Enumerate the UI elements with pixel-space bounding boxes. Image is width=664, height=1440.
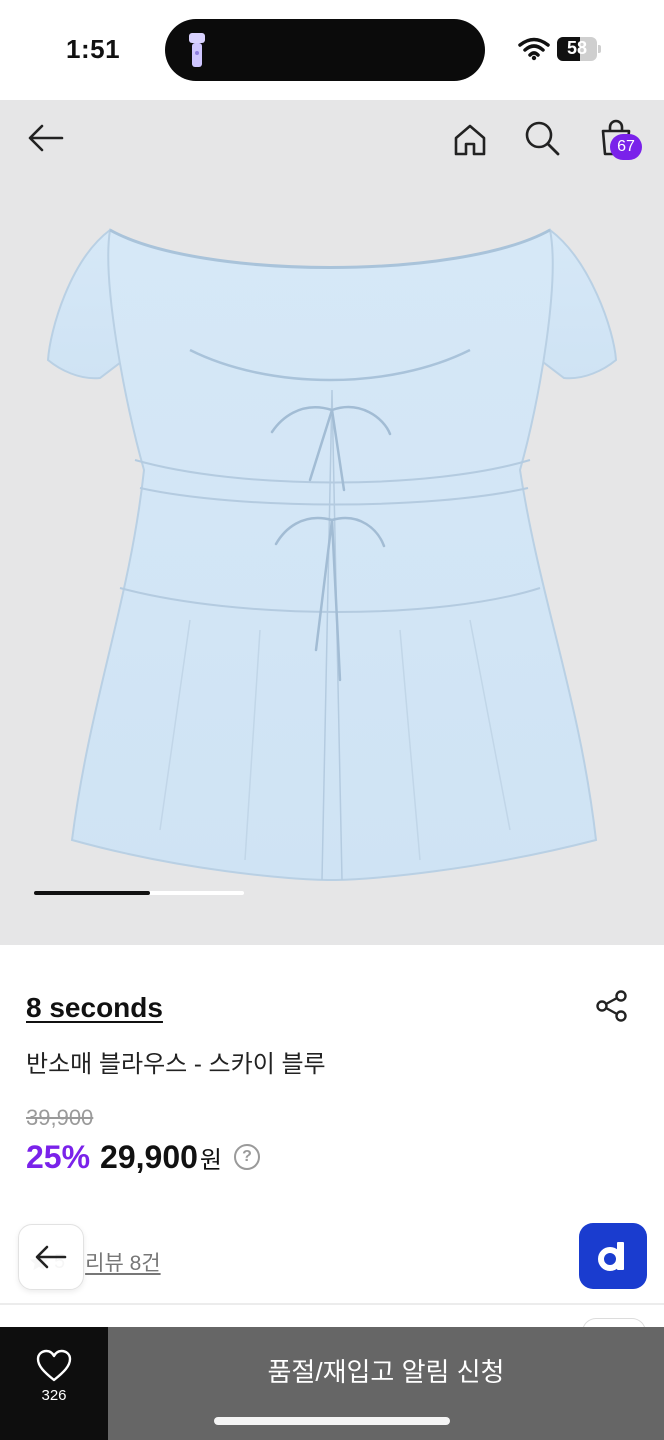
product-name: 반소매 블라우스 - 스카이 블루: [26, 1051, 326, 1078]
status-bar: 1:51 58: [0, 0, 664, 100]
search-button[interactable]: [520, 116, 564, 160]
flashlight-icon: [189, 33, 205, 67]
like-button[interactable]: 326: [0, 1327, 108, 1440]
image-pager: [34, 891, 244, 895]
review-count-link[interactable]: 리뷰 8건: [85, 1247, 160, 1277]
heart-icon: [36, 1349, 72, 1382]
share-icon: [596, 990, 627, 1022]
back-button[interactable]: [24, 116, 68, 160]
home-button[interactable]: [448, 118, 492, 162]
status-time: 1:51: [66, 34, 121, 64]
product-image-carousel[interactable]: [0, 100, 664, 945]
sale-price: 29,900: [100, 1138, 198, 1175]
battery-icon: 58: [557, 37, 601, 61]
price-row: 25% 29,900 원 ?: [26, 1137, 261, 1177]
back-arrow-icon: [28, 124, 64, 152]
home-icon: [454, 124, 486, 156]
top-navigation: [0, 100, 664, 180]
search-icon: [525, 121, 560, 156]
home-indicator: [214, 1417, 450, 1425]
brand-link[interactable]: 8 seconds: [26, 992, 163, 1024]
back-arrow-icon: [35, 1245, 67, 1269]
share-button[interactable]: [592, 986, 632, 1026]
dynamic-island: [165, 19, 485, 81]
image-pager-active: [34, 891, 150, 895]
discount-rate: 25%: [26, 1138, 91, 1175]
d-logo-icon: [598, 1242, 624, 1271]
original-price: 39,900: [26, 1105, 94, 1130]
battery-level: 58: [566, 38, 588, 58]
section-divider: [0, 1303, 664, 1305]
floating-back-button[interactable]: [18, 1224, 84, 1290]
cart-count-badge: 67: [610, 134, 642, 160]
price-help-icon[interactable]: ?: [234, 1144, 261, 1170]
d-app-button[interactable]: [579, 1223, 647, 1289]
product-photo: [46, 228, 618, 882]
like-count: 326: [41, 1387, 67, 1404]
currency-label: 원: [199, 1146, 223, 1174]
wifi-icon: [518, 37, 550, 61]
